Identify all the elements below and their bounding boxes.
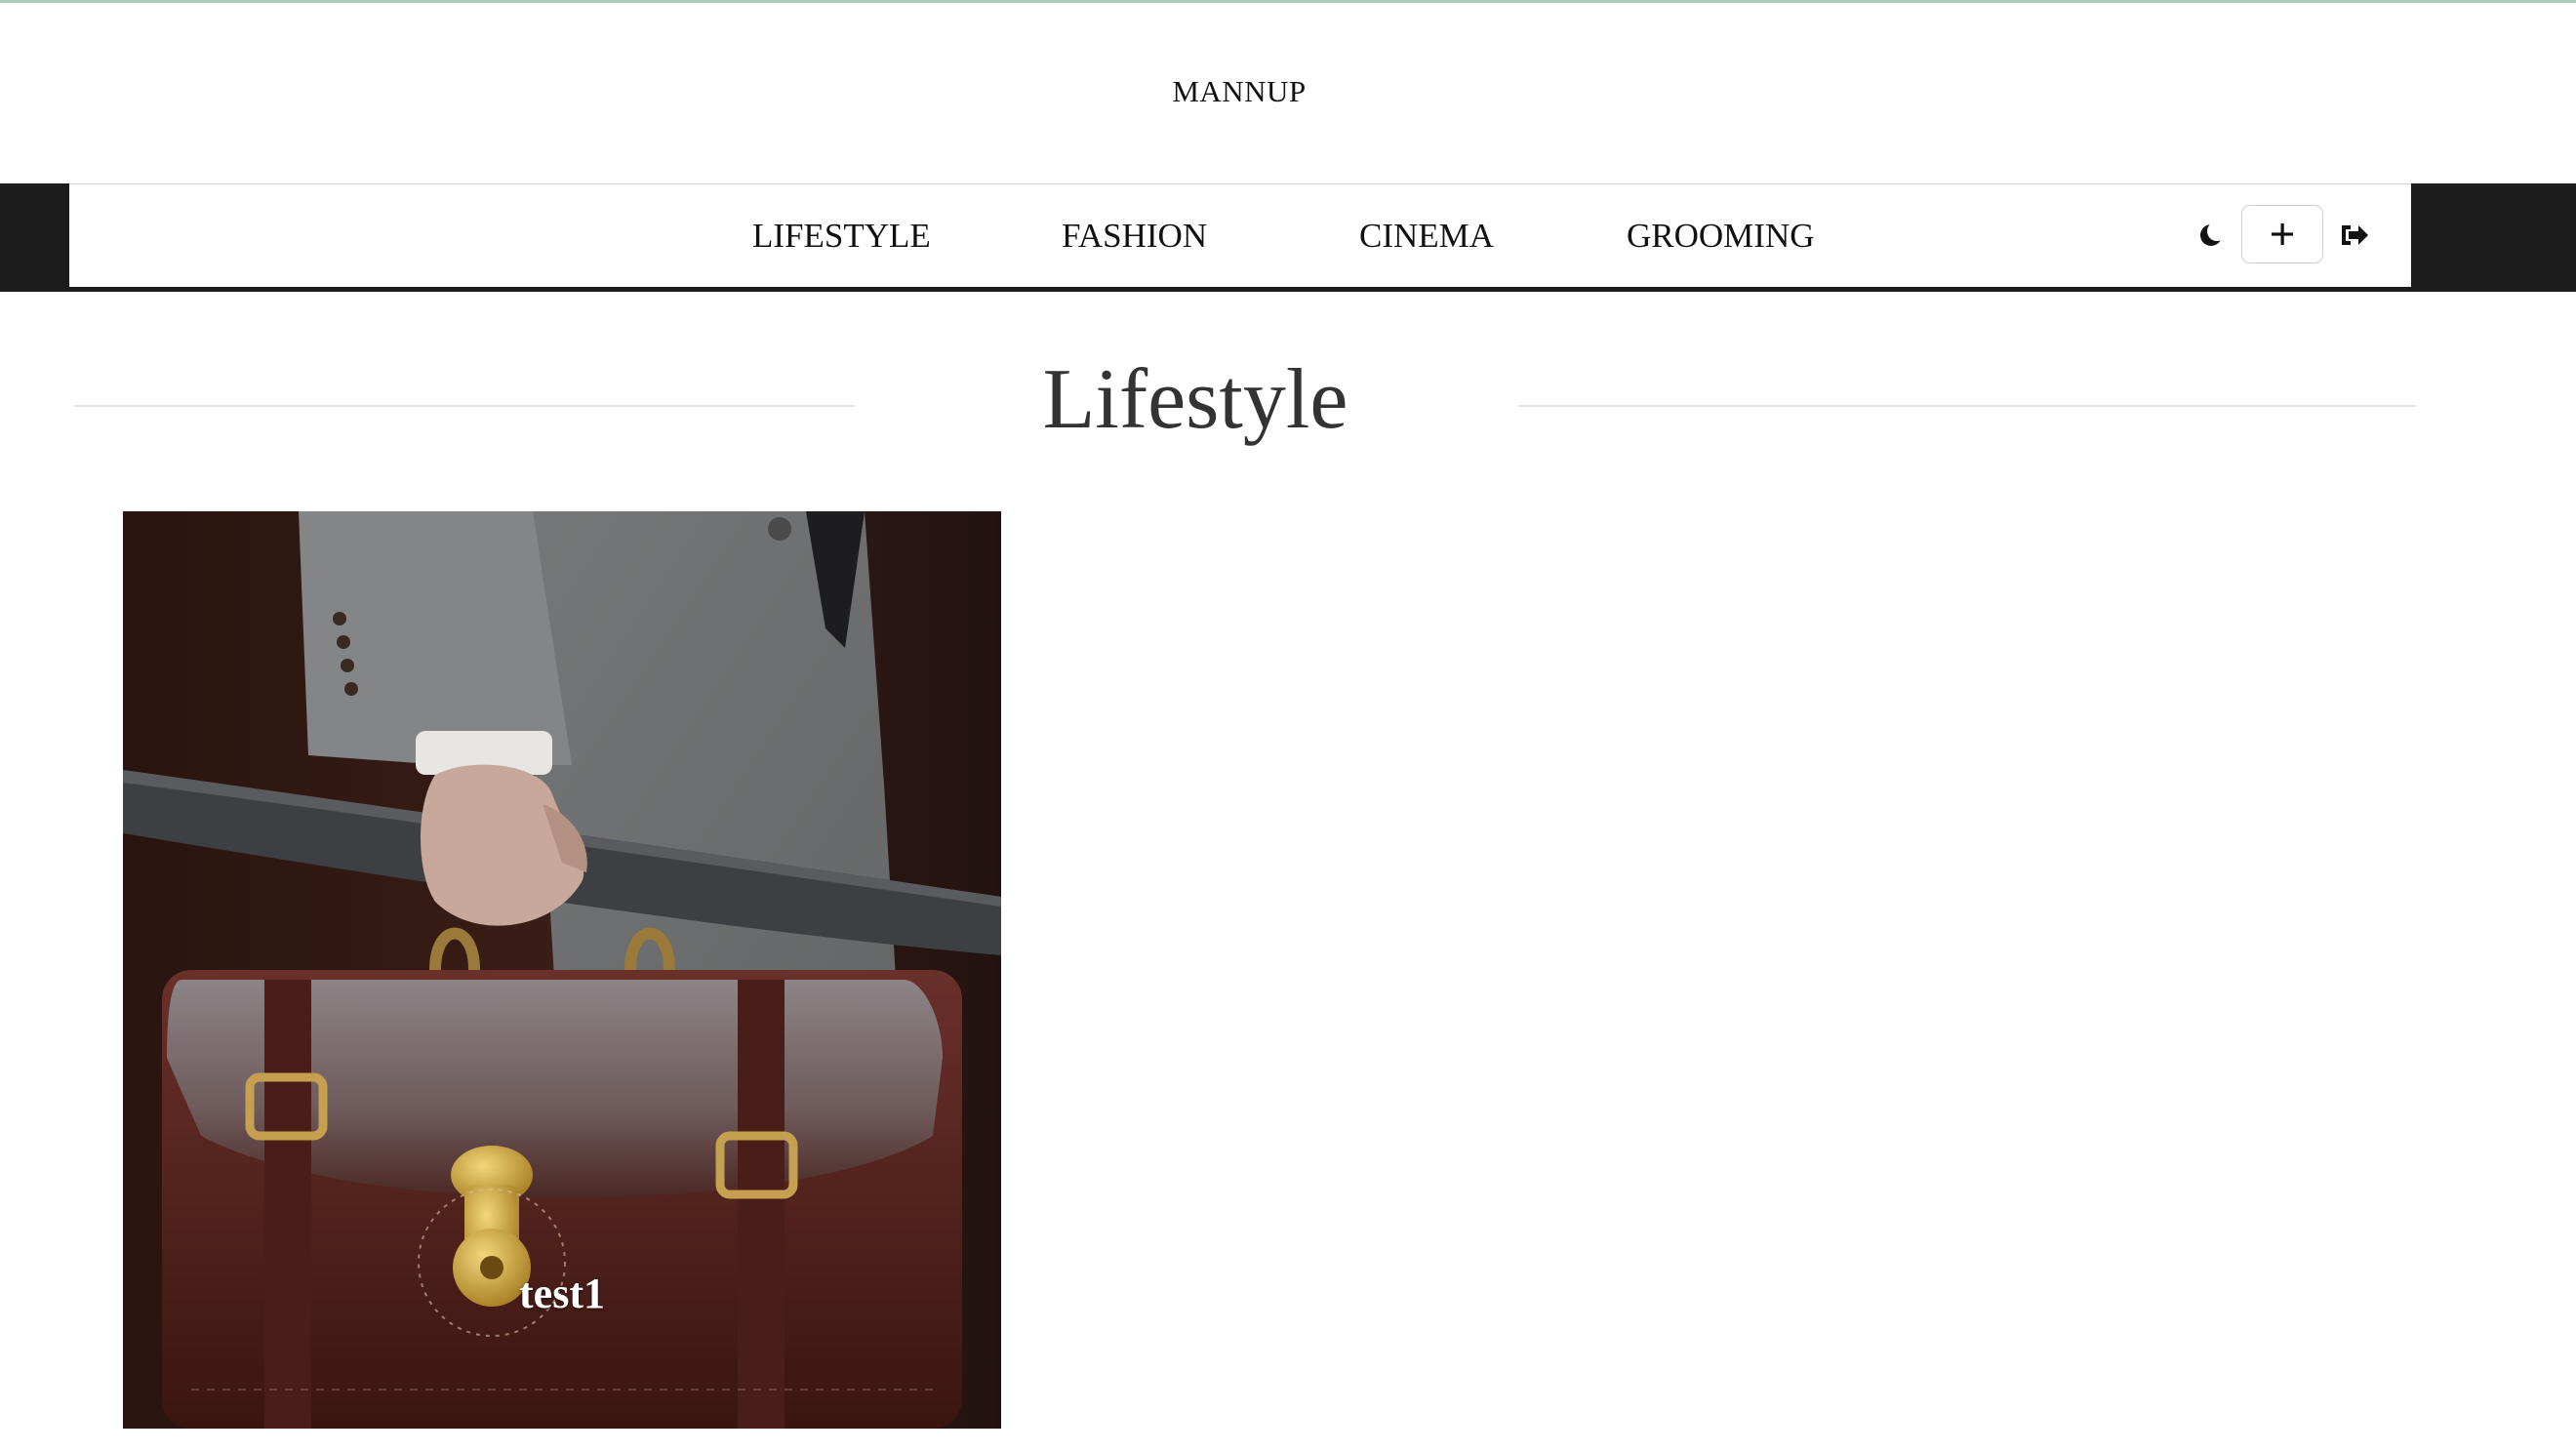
nav-item-grooming[interactable]: GROOMING <box>1627 184 1815 287</box>
section-divider-right <box>1518 405 2416 407</box>
post-title[interactable]: test1 <box>123 1269 1001 1318</box>
nav-item-fashion[interactable]: FASHION <box>1062 184 1207 287</box>
site-brand[interactable]: MANNUP <box>0 0 2478 183</box>
main-navbar: LIFESTYLE FASHION CINEMA GROOMING <box>69 183 2411 287</box>
page-title: Lifestyle <box>1042 352 1348 447</box>
sign-out-icon <box>2342 225 2368 245</box>
post-card[interactable]: test1 <box>123 511 1001 1429</box>
nav-item-cinema[interactable]: CINEMA <box>1359 184 1494 287</box>
logout-button[interactable] <box>2333 216 2376 255</box>
section-divider-left <box>74 405 855 407</box>
plus-icon <box>2272 223 2293 245</box>
add-post-button[interactable] <box>2241 205 2323 263</box>
nav-item-lifestyle[interactable]: LIFESTYLE <box>752 184 931 287</box>
brand-text: MANNUP <box>1172 74 1307 108</box>
moon-icon <box>2200 222 2226 246</box>
theme-toggle-button[interactable] <box>2192 216 2231 255</box>
